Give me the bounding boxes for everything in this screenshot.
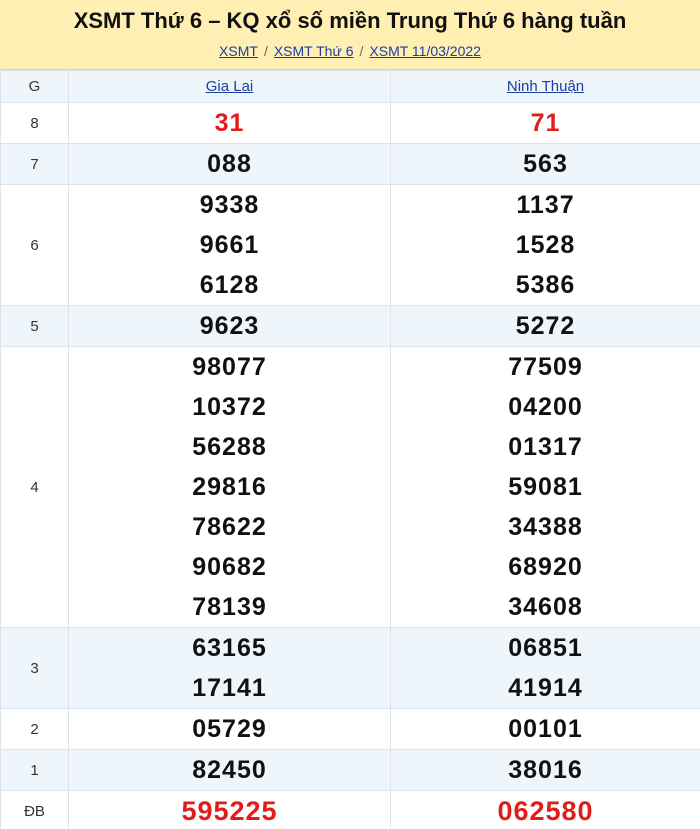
prize-number: 9338 <box>199 191 260 219</box>
prize-cell: 38016 <box>390 749 700 791</box>
prize-number: 56288 <box>192 433 267 461</box>
table-row: 3 63165 17141 06851 41914 <box>0 627 700 709</box>
prize-cell: 9338 9661 6128 <box>68 184 391 306</box>
breadcrumb-separator: / <box>263 43 268 59</box>
prize-number: 17141 <box>192 674 267 702</box>
breadcrumb-separator: / <box>359 43 364 59</box>
prize-number: 1137 <box>516 191 575 219</box>
table-row: 7 088 563 <box>0 143 700 185</box>
prize-label: 2 <box>0 708 69 750</box>
prize-number: 71 <box>530 109 561 137</box>
prize-label: 6 <box>0 184 69 306</box>
prize-number: 088 <box>207 150 252 178</box>
prize-cell: 71 <box>390 102 700 144</box>
prize-number: 5272 <box>515 312 576 340</box>
prize-number: 10372 <box>192 393 267 421</box>
prize-label: 5 <box>0 305 69 347</box>
prize-column-header: G <box>0 70 69 103</box>
prize-cell: 062580 <box>390 790 700 829</box>
prize-number: 04200 <box>508 393 583 421</box>
prize-number: 68920 <box>508 553 583 581</box>
prize-number: 01317 <box>508 433 583 461</box>
table-row: 6 9338 9661 6128 1137 1528 5386 <box>0 184 700 306</box>
prize-number: 00101 <box>508 715 583 743</box>
prize-cell: 05729 <box>68 708 391 750</box>
breadcrumb: XSMT / XSMT Thứ 6 / XSMT 11/03/2022 <box>0 43 700 59</box>
table-row: ĐB 595225 062580 <box>0 790 700 829</box>
prize-label: 8 <box>0 102 69 144</box>
prize-cell: 98077 10372 56288 29816 78622 90682 78139 <box>68 346 391 628</box>
prize-number: 31 <box>214 109 245 137</box>
prize-label: 7 <box>0 143 69 185</box>
prize-cell: 00101 <box>390 708 700 750</box>
breadcrumb-link-xsmt-thu-6[interactable]: XSMT Thứ 6 <box>274 43 354 59</box>
prize-number: 06851 <box>508 634 583 662</box>
prize-number: 563 <box>523 150 568 178</box>
prize-cell: 31 <box>68 102 391 144</box>
prize-cell: 9623 <box>68 305 391 347</box>
prize-cell: 595225 <box>68 790 391 829</box>
prize-number: 41914 <box>508 674 583 702</box>
prize-cell: 088 <box>68 143 391 185</box>
prize-number: 78139 <box>192 593 267 621</box>
prize-number: 595225 <box>181 796 278 826</box>
prize-number: 38016 <box>508 756 583 784</box>
prize-label: 4 <box>0 346 69 628</box>
prize-number: 9661 <box>199 231 260 259</box>
prize-number: 90682 <box>192 553 267 581</box>
prize-cell: 563 <box>390 143 700 185</box>
province-header-ninh-thuan: Ninh Thuận <box>390 70 700 103</box>
prize-number: 6128 <box>199 271 260 299</box>
table-row: 2 05729 00101 <box>0 708 700 750</box>
prize-number: 59081 <box>508 473 583 501</box>
province-link-ninh-thuan[interactable]: Ninh Thuận <box>507 78 584 95</box>
prize-number: 78622 <box>192 513 267 541</box>
prize-number: 82450 <box>192 756 267 784</box>
results-table: G Gia Lai Ninh Thuận 8 31 71 7 088 563 6 9338 96… <box>0 70 700 829</box>
prize-number: 5386 <box>515 271 576 299</box>
prize-number: 34388 <box>508 513 583 541</box>
breadcrumb-link-xsmt[interactable]: XSMT <box>219 43 258 59</box>
province-header-gia-lai: Gia Lai <box>68 70 391 103</box>
prize-number: 29816 <box>192 473 267 501</box>
prize-number: 05729 <box>192 715 267 743</box>
prize-number: 63165 <box>192 634 267 662</box>
prize-number: 34608 <box>508 593 583 621</box>
table-row: 1 82450 38016 <box>0 749 700 791</box>
prize-cell: 06851 41914 <box>390 627 700 709</box>
prize-number: 98077 <box>192 353 267 381</box>
table-row: 5 9623 5272 <box>0 305 700 347</box>
prize-label: ĐB <box>0 790 69 829</box>
prize-label: 3 <box>0 627 69 709</box>
table-row: 4 98077 10372 56288 29816 78622 90682 78139 7750… <box>0 346 700 628</box>
table-row: 8 31 71 <box>0 102 700 144</box>
prize-number: 77509 <box>508 353 583 381</box>
page-header: XSMT Thứ 6 – KQ xổ số miền Trung Thứ 6 h… <box>0 0 700 70</box>
prize-cell: 82450 <box>68 749 391 791</box>
breadcrumb-link-date[interactable]: XSMT 11/03/2022 <box>369 43 481 59</box>
page-title: XSMT Thứ 6 – KQ xổ số miền Trung Thứ 6 h… <box>73 8 627 33</box>
results-body: 8 31 71 7 088 563 6 9338 9661 6128 1137 1528 5386 5 96… <box>0 102 700 829</box>
province-link-gia-lai[interactable]: Gia Lai <box>206 78 254 95</box>
table-header-row: G Gia Lai Ninh Thuận <box>0 70 700 103</box>
prize-number: 062580 <box>497 796 594 826</box>
prize-label: 1 <box>0 749 69 791</box>
prize-cell: 5272 <box>390 305 700 347</box>
prize-number: 1528 <box>515 231 576 259</box>
prize-cell: 63165 17141 <box>68 627 391 709</box>
prize-cell: 77509 04200 01317 59081 34388 68920 34608 <box>390 346 700 628</box>
prize-number: 9623 <box>199 312 260 340</box>
prize-cell: 1137 1528 5386 <box>390 184 700 306</box>
